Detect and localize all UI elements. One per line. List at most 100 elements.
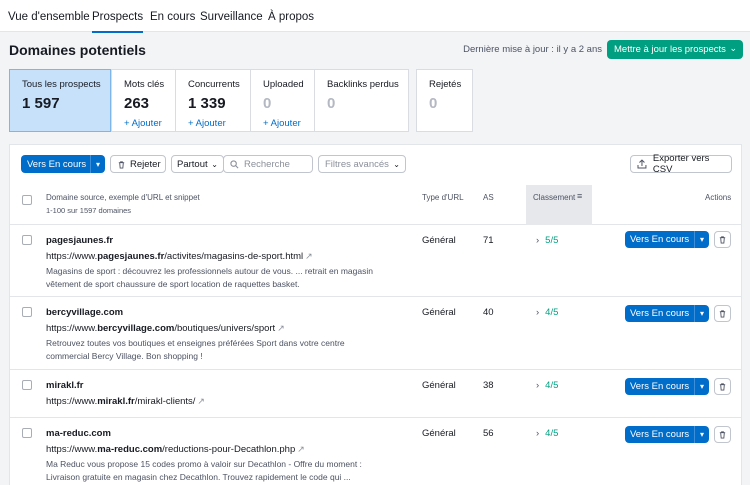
- stat-label: Concurrents: [188, 79, 240, 90]
- tab-about[interactable]: À propos: [268, 11, 314, 23]
- row-delete-button[interactable]: [714, 426, 731, 443]
- col-type-header[interactable]: Type d'URL: [422, 193, 464, 202]
- row-move-button[interactable]: Vers En cours ▾: [625, 231, 709, 248]
- stat-tab-keywords[interactable]: Mots clés 263 + Ajouter: [111, 69, 176, 132]
- chevron-down-icon[interactable]: ▾: [694, 231, 709, 248]
- row-domain[interactable]: bercyvillage.com: [46, 307, 123, 318]
- scope-select[interactable]: Partout ⌄: [171, 155, 224, 173]
- stat-label: Mots clés: [124, 79, 165, 90]
- snippet-line: vêtement de sport chaussure de sport loc…: [46, 278, 300, 289]
- row-url[interactable]: https://www.bercyvillage.com/boutiques/u…: [46, 323, 285, 334]
- col-rank-header[interactable]: Classement: [533, 193, 575, 202]
- chevron-down-icon[interactable]: ▾: [694, 378, 709, 395]
- external-link-icon[interactable]: ↗: [277, 323, 285, 333]
- chevron-down-icon: ⌄: [729, 43, 737, 53]
- table-row[interactable]: mirakl.fr https://www.mirakl.fr/mirakl-c…: [10, 370, 741, 418]
- row-rank[interactable]: › 4/5: [536, 380, 558, 391]
- row-rank[interactable]: › 4/5: [536, 307, 558, 318]
- url-domain: pagesjaunes.fr: [97, 251, 165, 262]
- row-as: 38: [483, 380, 494, 391]
- chevron-down-icon: ⌄: [211, 159, 218, 169]
- stat-tab-lost-backlinks[interactable]: Backlinks perdus 0: [314, 69, 409, 132]
- row-move-button[interactable]: Vers En cours ▾: [625, 378, 709, 395]
- search-placeholder: Recherche: [244, 158, 290, 170]
- url-prefix: https://www.: [46, 444, 98, 455]
- trash-icon: [719, 236, 726, 244]
- tab-overview[interactable]: Vue d'ensemble: [8, 11, 90, 23]
- table-row[interactable]: bercyvillage.com https://www.bercyvillag…: [10, 297, 741, 370]
- app-frame: Vue d'ensemble Prospects En cours Survei…: [0, 0, 750, 485]
- stat-tab-uploaded[interactable]: Uploaded 0 + Ajouter: [250, 69, 315, 132]
- chevron-down-icon: ⌄: [393, 159, 400, 169]
- row-domain[interactable]: ma-reduc.com: [46, 428, 111, 439]
- row-snippet: Magasins de sport : découvrez les profes…: [46, 265, 406, 290]
- col-domain-count: 1-100 sur 1597 domaines: [46, 206, 132, 215]
- row-url[interactable]: https://www.mirakl.fr/mirakl-clients/↗: [46, 396, 205, 407]
- table-row[interactable]: ma-reduc.com https://www.ma-reduc.com/re…: [10, 418, 741, 485]
- sort-icon[interactable]: ≡: [577, 191, 582, 201]
- chevron-down-icon[interactable]: ▾: [694, 305, 709, 322]
- export-csv-button[interactable]: Exporter vers CSV: [630, 153, 732, 175]
- url-path: /activites/magasins-de-sport.html: [164, 251, 304, 262]
- chevron-right-icon: ›: [536, 235, 540, 246]
- update-prospects-button[interactable]: Mettre à jour les prospects ⌄: [607, 40, 743, 59]
- url-path: /mirakl-clients/: [134, 396, 196, 407]
- reject-button[interactable]: Rejeter: [110, 155, 166, 173]
- row-delete-button[interactable]: [714, 231, 731, 248]
- stat-tab-all-prospects[interactable]: Tous les prospects 1 597: [9, 69, 111, 132]
- col-domain-header[interactable]: Domaine source, exemple d'URL et snippet: [46, 193, 200, 202]
- row-checkbox[interactable]: [22, 307, 32, 317]
- advanced-filters-select[interactable]: Filtres avancés ⌄: [318, 155, 406, 173]
- row-rank[interactable]: › 4/5: [536, 428, 558, 439]
- chevron-down-icon[interactable]: ▾: [90, 155, 105, 173]
- rank-value: 4/5: [545, 380, 559, 391]
- stat-label: Tous les prospects: [22, 79, 101, 90]
- external-link-icon[interactable]: ↗: [297, 444, 305, 454]
- stat-tab-competitors[interactable]: Concurrents 1 339 + Ajouter: [175, 69, 251, 132]
- row-delete-button[interactable]: [714, 305, 731, 322]
- tab-prospects[interactable]: Prospects: [92, 11, 144, 33]
- chevron-down-icon[interactable]: ▾: [694, 426, 709, 443]
- row-domain[interactable]: mirakl.fr: [46, 380, 84, 391]
- snippet-line: Magasins de sport : découvrez les profes…: [46, 266, 373, 276]
- add-competitors-link[interactable]: + Ajouter: [188, 118, 250, 129]
- search-input[interactable]: Recherche: [223, 155, 313, 173]
- row-domain[interactable]: pagesjaunes.fr: [46, 235, 113, 246]
- stat-value: 1 339: [188, 95, 226, 112]
- row-rank[interactable]: › 5/5: [536, 235, 558, 246]
- external-link-icon[interactable]: ↗: [305, 251, 313, 261]
- stat-value: 0: [327, 95, 336, 112]
- row-url[interactable]: https://www.ma-reduc.com/reductions-pour…: [46, 444, 305, 455]
- stat-tab-rejected[interactable]: Rejetés 0: [416, 69, 473, 132]
- trash-icon: [719, 383, 726, 391]
- url-domain: ma-reduc.com: [97, 444, 163, 455]
- add-uploaded-link[interactable]: + Ajouter: [263, 118, 314, 129]
- row-move-button[interactable]: Vers En cours ▾: [625, 305, 709, 322]
- col-actions-header: Actions: [705, 193, 732, 202]
- export-icon: [637, 159, 647, 169]
- col-as-header[interactable]: AS: [483, 193, 494, 202]
- row-checkbox[interactable]: [22, 235, 32, 245]
- table-row[interactable]: pagesjaunes.fr https://www.pagesjaunes.f…: [10, 225, 741, 297]
- prospects-panel: Vers En cours ▾ Rejeter Partout ⌄ Recher…: [9, 144, 742, 485]
- url-path: /reductions-pour-Decathlon.php: [162, 444, 296, 455]
- tab-monitoring[interactable]: Surveillance: [200, 11, 263, 23]
- rank-value: 5/5: [545, 235, 559, 246]
- url-path: /boutiques/univers/sport: [174, 323, 276, 334]
- stat-label: Rejetés: [429, 79, 462, 90]
- row-checkbox[interactable]: [22, 380, 32, 390]
- move-to-in-progress-button[interactable]: Vers En cours ▾: [21, 155, 105, 173]
- url-domain: mirakl.fr: [97, 396, 135, 407]
- row-checkbox[interactable]: [22, 428, 32, 438]
- external-link-icon[interactable]: ↗: [197, 396, 205, 406]
- trash-icon: [719, 431, 726, 439]
- row-url[interactable]: https://www.pagesjaunes.fr/activites/mag…: [46, 251, 313, 262]
- search-icon: [230, 159, 239, 168]
- row-move-button[interactable]: Vers En cours ▾: [625, 426, 709, 443]
- trash-icon: [719, 310, 726, 318]
- row-delete-button[interactable]: [714, 378, 731, 395]
- tab-in-progress[interactable]: En cours: [150, 11, 195, 23]
- select-all-checkbox[interactable]: [22, 195, 32, 205]
- add-keywords-link[interactable]: + Ajouter: [124, 118, 175, 129]
- row-snippet: Retrouvez toutes vos boutiques et enseig…: [46, 337, 406, 362]
